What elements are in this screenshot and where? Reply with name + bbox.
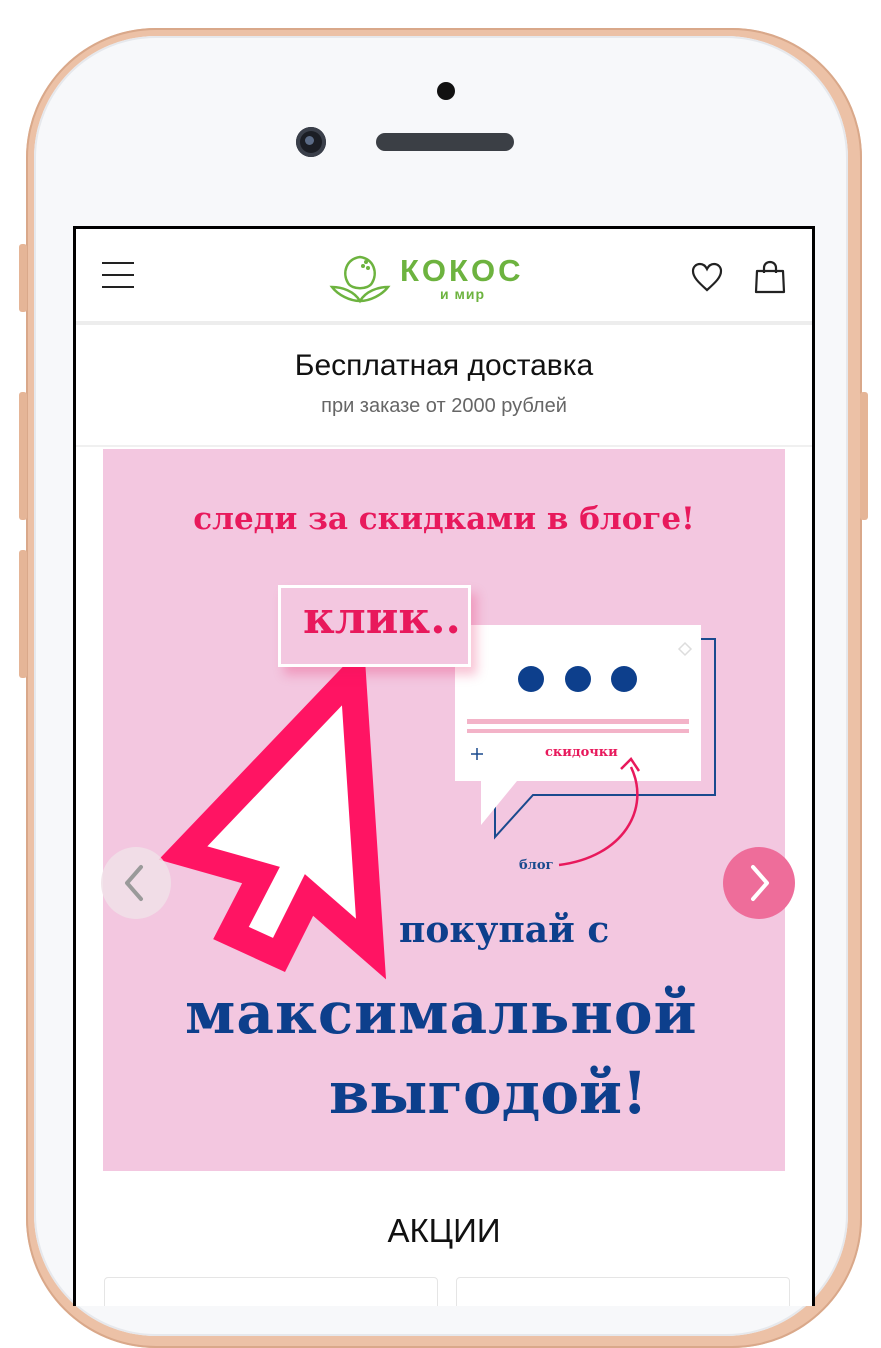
promo-banner-slide[interactable]: следи за скидками в блоге! клик.. скидоч… — [103, 449, 785, 1171]
coconut-logo-icon — [329, 255, 391, 304]
chevron-left-icon — [125, 865, 143, 901]
site-logo[interactable]: КОКОС и мир — [328, 251, 548, 307]
click-label: клик.. — [303, 593, 461, 644]
phone-power-button — [860, 392, 868, 520]
shopping-bag-icon[interactable] — [752, 259, 788, 295]
logo-title: КОКОС — [400, 253, 524, 288]
carousel-next-button[interactable] — [723, 847, 795, 919]
banner-line-2: максимальной — [185, 979, 698, 1047]
chevron-right-icon — [751, 865, 769, 901]
earpiece-speaker — [376, 133, 514, 151]
phone-volume-down-button — [19, 550, 27, 678]
banner-line-3: выгодой! — [329, 1059, 648, 1127]
promo-title: Бесплатная доставка — [294, 349, 594, 382]
blog-label: блог — [519, 858, 554, 873]
promo-subtitle: при заказе от 2000 рублей — [321, 395, 567, 417]
banner-headline: следи за скидками в блоге! — [193, 501, 695, 537]
site-header: КОКОС и мир — [76, 229, 812, 325]
hamburger-menu-icon[interactable] — [102, 262, 134, 288]
phone-mute-switch — [19, 244, 27, 312]
phone-screen: КОКОС и мир Бесплатная доставка при зака… — [73, 226, 815, 1306]
phone-volume-up-button — [19, 392, 27, 520]
free-delivery-promo: Бесплатная доставка при заказе от 2000 р… — [76, 325, 812, 447]
carousel-prev-button[interactable] — [101, 847, 171, 919]
promotion-card[interactable] — [456, 1277, 790, 1306]
promotions-section-title: АКЦИИ — [387, 1212, 501, 1249]
heart-icon[interactable] — [690, 261, 724, 293]
logo-subtitle: и мир — [440, 286, 486, 302]
banner-line-1: покупай с — [399, 909, 610, 951]
proximity-sensor — [437, 82, 455, 100]
promotion-card[interactable] — [104, 1277, 438, 1306]
front-camera — [296, 127, 326, 157]
discount-label: скидочки — [545, 745, 618, 760]
